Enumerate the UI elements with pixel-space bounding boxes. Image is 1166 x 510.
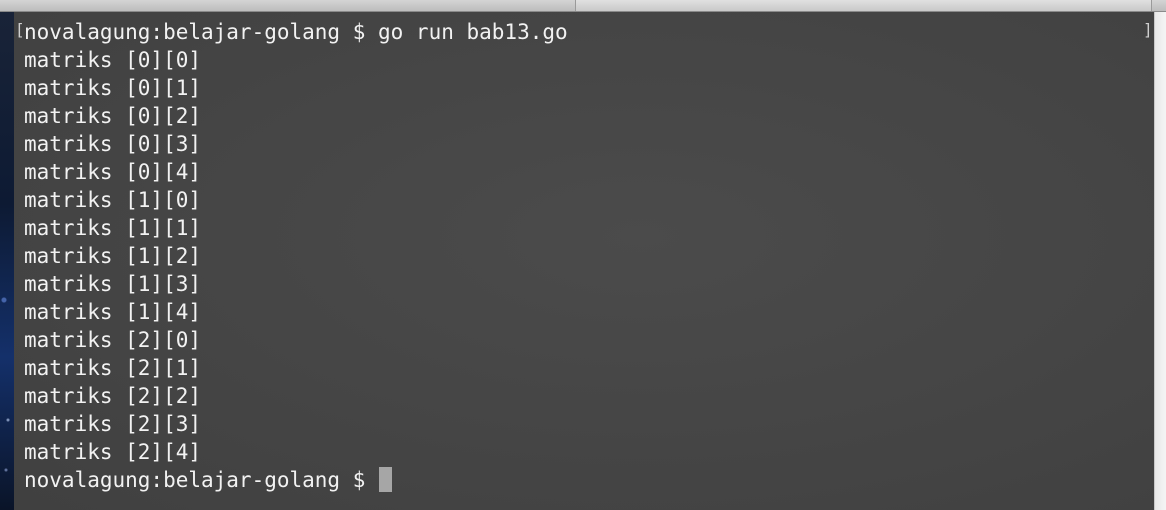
- mark-bracket-right: ]: [1143, 20, 1153, 39]
- output-line: matriks [0][4]: [24, 160, 202, 184]
- output-line: matriks [0][1]: [24, 76, 202, 100]
- output-line: matriks [1][4]: [24, 300, 202, 324]
- command-line: novalagung:belajar-golang $ go run bab13…: [24, 20, 568, 44]
- output-line: matriks [2][2]: [24, 384, 202, 408]
- terminal-tab-2[interactable]: [576, 0, 1152, 11]
- terminal-scrollbar[interactable]: [1154, 12, 1166, 510]
- output-line: matriks [1][2]: [24, 244, 202, 268]
- tab-strip: [0, 0, 1166, 12]
- output-line: matriks [0][2]: [24, 104, 202, 128]
- output-line: matriks [1][3]: [24, 272, 202, 296]
- terminal-output: novalagung:belajar-golang $ go run bab13…: [24, 18, 568, 494]
- output-line: matriks [0][0]: [24, 48, 202, 72]
- terminal-tab-1[interactable]: [0, 0, 576, 11]
- text-cursor: [379, 467, 393, 492]
- output-line: matriks [2][3]: [24, 412, 202, 436]
- output-line: matriks [0][3]: [24, 132, 202, 156]
- prompt: novalagung:belajar-golang $: [24, 468, 379, 492]
- prompt-line[interactable]: novalagung:belajar-golang $: [24, 466, 568, 494]
- output-line: matriks [2][1]: [24, 356, 202, 380]
- output-line: matriks [2][0]: [24, 328, 202, 352]
- output-line: matriks [2][4]: [24, 440, 202, 464]
- output-line: matriks [1][0]: [24, 188, 202, 212]
- output-line: matriks [1][1]: [24, 216, 202, 240]
